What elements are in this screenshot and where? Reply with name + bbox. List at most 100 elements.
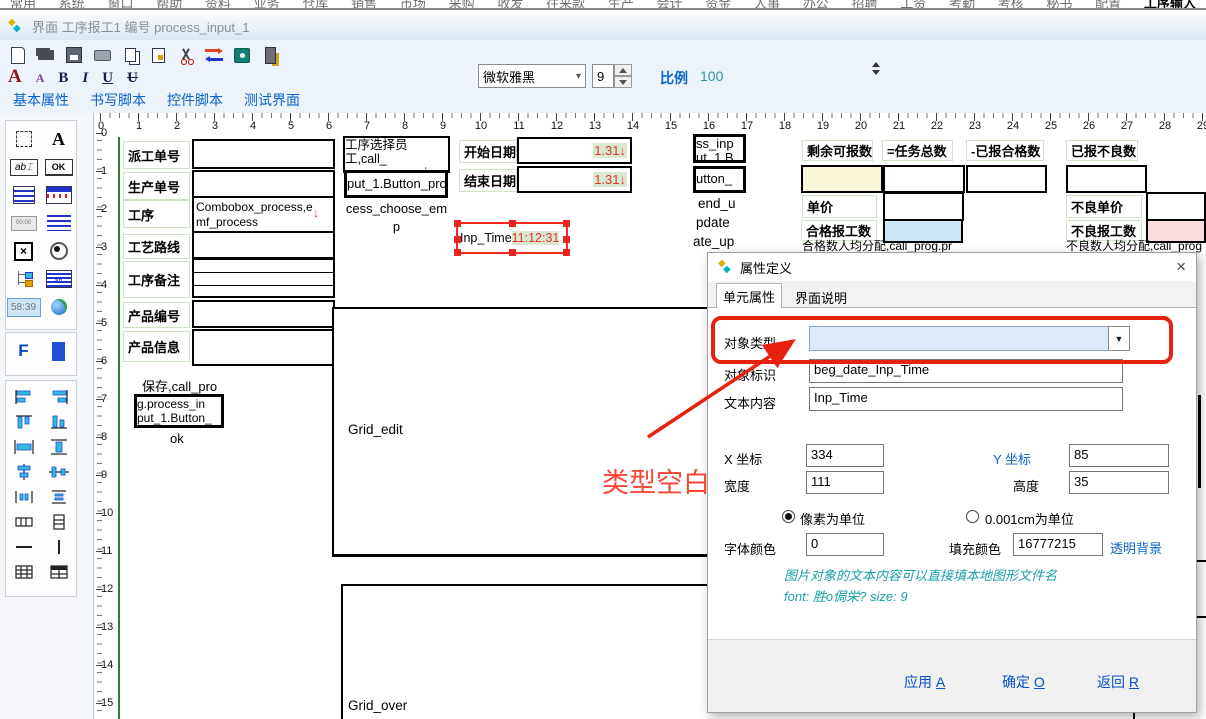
field-input-route[interactable] (192, 231, 335, 259)
align-right-icon[interactable] (49, 389, 69, 405)
reported-ok-input[interactable] (966, 165, 1047, 193)
paste-icon[interactable] (148, 45, 168, 65)
reported-bad-input[interactable] (1066, 165, 1147, 193)
new-file-icon[interactable] (8, 45, 28, 65)
inp-time-element-selected[interactable]: Inp_Time11:12:31 (456, 222, 568, 254)
selection-handle[interactable] (454, 220, 461, 227)
menu-item[interactable]: 会计 (657, 0, 683, 10)
equal-vspacing-icon[interactable] (49, 489, 69, 505)
save-button[interactable]: g.process_in put_1.Button_ (134, 394, 224, 428)
tab-write-script[interactable]: 书写脚本 (90, 90, 146, 110)
dialog-title-bar[interactable]: ◆◆ 属性定义 × (708, 253, 1196, 281)
selection-handle[interactable] (509, 220, 516, 227)
process-dropdown-arrow-icon[interactable]: ↓ (313, 206, 319, 221)
textbox-tool-icon[interactable]: ab⌶ (10, 159, 38, 176)
bad-price-input[interactable] (1146, 192, 1206, 221)
menu-item[interactable]: 帮助 (156, 0, 182, 10)
table-icon[interactable] (49, 564, 69, 580)
stepper-down-icon[interactable] (614, 76, 632, 88)
menu-item[interactable]: 工资 (900, 0, 926, 10)
transparent-bg-link[interactable]: 透明背景 (1110, 538, 1162, 557)
selection-handle[interactable] (563, 249, 570, 256)
menu-item[interactable]: 招聘 (851, 0, 877, 10)
menu-item[interactable]: 收发 (497, 0, 523, 10)
dialog-close-icon[interactable]: × (1176, 257, 1186, 277)
ss-update-button-1[interactable]: ss_inp ut_1.B (693, 134, 746, 163)
task-total-input[interactable] (883, 165, 965, 193)
menu-item[interactable]: 常用 (10, 0, 36, 10)
strikethrough-button[interactable]: U (127, 70, 138, 87)
open-folder-icon[interactable] (36, 45, 56, 65)
selection-handle[interactable] (509, 249, 516, 256)
menu-item[interactable]: 窗口 (107, 0, 133, 10)
menu-item[interactable]: 资料 (205, 0, 231, 10)
exit-icon[interactable] (260, 45, 280, 65)
selection-handle[interactable] (563, 220, 570, 227)
price-input[interactable] (883, 192, 964, 221)
copy-icon[interactable] (120, 45, 140, 65)
center-horizontal-icon[interactable] (14, 464, 34, 480)
menu-item[interactable]: 考核 (998, 0, 1024, 10)
field-input-product-no[interactable] (192, 300, 335, 328)
field-input-product-info[interactable] (192, 329, 335, 366)
save-icon[interactable] (64, 45, 84, 65)
menu-item[interactable]: 往来款 (546, 0, 585, 10)
font-tool-icon[interactable]: F (18, 341, 28, 361)
rows-icon[interactable] (49, 514, 69, 530)
button-tool-icon[interactable]: OK (45, 159, 73, 176)
start-date-input[interactable]: 1.31↓ (517, 137, 632, 164)
emp-choose-button-2[interactable]: put_1.Button_pro (344, 170, 448, 198)
menu-item[interactable]: 资金 (705, 0, 731, 10)
memo-tool-icon[interactable] (13, 186, 35, 204)
dialog-tab-ui-notes[interactable]: 界面说明 (788, 286, 854, 308)
menu-item[interactable]: 工序输入 (1144, 0, 1196, 10)
font-color-input[interactable]: 0 (806, 533, 884, 556)
center-vertical-icon[interactable] (49, 464, 69, 480)
return-button[interactable]: 返回 R (1097, 672, 1139, 692)
menu-item[interactable]: 秘书 (1046, 0, 1072, 10)
menu-item[interactable]: 采购 (449, 0, 475, 10)
columns-icon[interactable] (14, 514, 34, 530)
bold-button[interactable]: B (58, 70, 68, 87)
font-family-select[interactable]: 微软雅黑 ▾ (478, 64, 586, 88)
ok-button[interactable]: 确定 O (1002, 672, 1045, 692)
menu-item[interactable]: 销售 (351, 0, 377, 10)
emp-choose-button[interactable]: 工序选择员工,call_ prog.process_in (343, 136, 450, 173)
height-input[interactable]: 35 (1069, 471, 1169, 494)
print-preview-icon[interactable] (92, 45, 112, 65)
fill-color-input[interactable]: 16777215 (1013, 533, 1103, 556)
same-height-icon[interactable] (49, 439, 69, 455)
end-date-input[interactable]: 1.31↓ (517, 166, 632, 193)
swap-arrows-icon[interactable] (204, 45, 224, 65)
tab-test-ui[interactable]: 测试界面 (244, 90, 300, 110)
font-small-button[interactable]: A (36, 71, 45, 86)
italic-button[interactable]: I (82, 70, 88, 87)
horizontal-line-icon[interactable] (14, 539, 34, 555)
checkbox-tool-icon[interactable]: × (14, 242, 33, 261)
tab-basic-properties[interactable]: 基本属性 (13, 90, 69, 110)
label-tool-icon[interactable]: A (52, 129, 65, 150)
menu-item[interactable]: 仓库 (302, 0, 328, 10)
x-coord-input[interactable]: 334 (806, 444, 884, 467)
menu-item[interactable]: 人事 (754, 0, 780, 10)
apply-button[interactable]: 应用 A (904, 672, 945, 692)
radio-tool-icon[interactable] (50, 242, 68, 260)
field-input-process[interactable]: Combobox_process,e mf_process ↓ (192, 196, 335, 233)
align-left-icon[interactable] (14, 389, 34, 405)
menu-item[interactable]: 配置 (1095, 0, 1121, 10)
font-large-button[interactable]: A (8, 66, 22, 88)
same-width-icon[interactable] (14, 439, 34, 455)
fill-color-tool-icon[interactable] (52, 342, 65, 361)
listview-tool-icon[interactable]: ab (46, 270, 72, 288)
menu-item[interactable]: 业务 (254, 0, 280, 10)
selection-handle[interactable] (563, 236, 570, 243)
align-top-icon[interactable] (14, 414, 34, 430)
selection-handle[interactable] (454, 236, 461, 243)
select-tool-icon[interactable] (16, 131, 32, 147)
time-display-tool-icon[interactable]: 58:39 (7, 298, 41, 317)
tree-tool-icon[interactable] (15, 271, 33, 287)
selection-handle[interactable] (454, 249, 461, 256)
dialog-tab-cell-props[interactable]: 单元属性 (716, 283, 782, 308)
menu-item[interactable]: 办公 (803, 0, 829, 10)
remaining-qty-input[interactable] (801, 165, 883, 193)
